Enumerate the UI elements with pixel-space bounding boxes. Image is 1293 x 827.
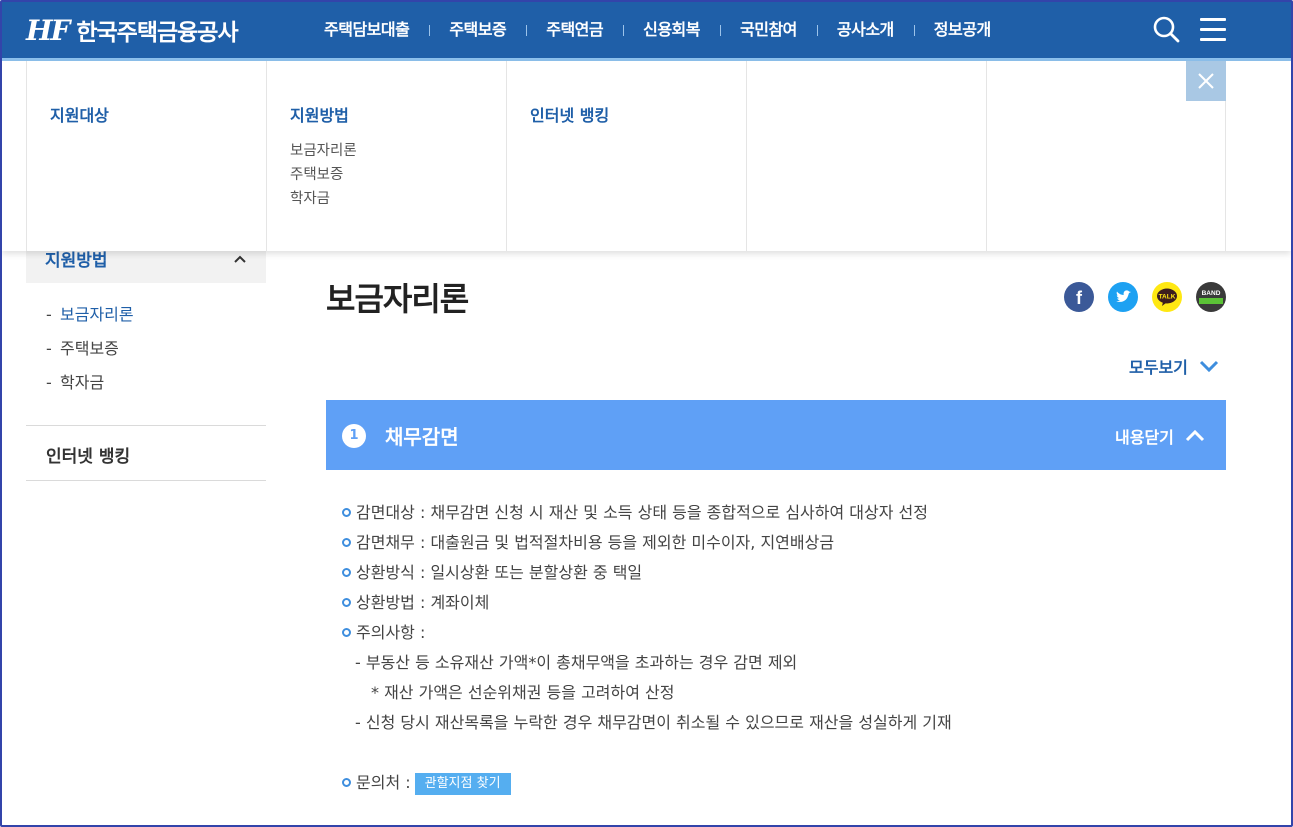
svg-text:f: f	[1076, 288, 1083, 308]
sidebar-sub-list: - 보금자리론 - 주택보증 - 학자금	[46, 302, 134, 404]
gnb-item-about[interactable]: 공사소개	[816, 18, 914, 42]
bullet-icon	[342, 508, 351, 517]
gnb-item-mortgage-loan[interactable]: 주택담보대출	[304, 18, 429, 42]
contact-label: 문의처 :	[356, 773, 411, 792]
mega-menu-item-housing-guarantee[interactable]: 주택보증	[290, 163, 357, 187]
list-item-text: 감면대상 : 채무감면 신청 시 재산 및 소득 상태 등을 종합적으로 심사하…	[356, 503, 928, 522]
logo-mark: HF	[26, 13, 70, 47]
contact-row: 문의처 : 관할지점 찾기	[342, 768, 1222, 798]
accordion-number: 1	[342, 424, 366, 448]
chevron-down-icon	[1199, 360, 1218, 373]
global-nav: 주택담보대출 주택보증 주택연금 신용회복 국민참여 공사소개 정보공개	[304, 18, 1011, 42]
accordion-header-debt-reduction[interactable]: 1 채무감면 내용닫기	[326, 400, 1226, 470]
close-icon[interactable]	[1186, 61, 1226, 101]
gnb-item-public-participation[interactable]: 국민참여	[720, 18, 817, 42]
mega-menu-column: 지원대상	[26, 61, 266, 251]
note-item: - 신청 당시 재산목록을 누락한 경우 채무감면이 취소될 수 있으므로 재산…	[355, 713, 952, 732]
sidebar-item-label: 주택보증	[60, 339, 119, 358]
list-item: 감면대상 : 채무감면 신청 시 재산 및 소득 상태 등을 종합적으로 심사하…	[342, 498, 1222, 528]
gnb-item-disclosure[interactable]: 정보공개	[913, 18, 1011, 42]
sidebar-item-housing-guarantee[interactable]: - 주택보증	[46, 336, 134, 370]
sidebar-divider	[26, 480, 266, 481]
gnb-item-housing-pension[interactable]: 주택연금	[526, 18, 623, 42]
view-all-label: 모두보기	[1129, 358, 1188, 377]
list-item: 상환방식 : 일시상환 또는 분할상환 중 택일	[342, 558, 1222, 588]
mega-menu-title-internet-banking[interactable]: 인터넷 뱅킹	[530, 102, 609, 126]
list-item-text: 감면채무 : 대출원금 및 법적절차비용 등을 제외한 미수이자, 지연배상금	[356, 533, 835, 552]
sidebar-item-internet-banking[interactable]: 인터넷 뱅킹	[46, 442, 130, 467]
list-item: 상환방법 : 계좌이체	[342, 588, 1222, 618]
mega-menu-title-support-method[interactable]: 지원방법	[290, 102, 349, 126]
twitter-icon[interactable]	[1108, 282, 1138, 312]
mega-menu-item-bogeumjari-loan[interactable]: 보금자리론	[290, 139, 357, 163]
view-all-toggle[interactable]: 모두보기	[1129, 354, 1220, 378]
accordion-close-label: 내용닫기	[1115, 428, 1174, 447]
bullet-icon	[342, 778, 351, 787]
sidebar-item-bogeumjari-loan[interactable]: - 보금자리론	[46, 302, 134, 336]
mega-menu-column	[746, 61, 986, 251]
chevron-up-icon	[234, 255, 246, 263]
facebook-icon[interactable]: f	[1064, 282, 1094, 312]
mega-menu-column: 지원방법 보금자리론 주택보증 학자금	[266, 61, 506, 251]
gnb-item-credit-recovery[interactable]: 신용회복	[623, 18, 720, 42]
list-item: 감면채무 : 대출원금 및 법적절차비용 등을 제외한 미수이자, 지연배상금	[342, 528, 1222, 558]
site-header: HF 한국주택금융공사 주택담보대출 주택보증 주택연금 신용회복 국민참여 공…	[2, 2, 1291, 58]
list-item-text: 상환방식 : 일시상환 또는 분할상환 중 택일	[356, 563, 643, 582]
accordion-body: 감면대상 : 채무감면 신청 시 재산 및 소득 상태 등을 종합적으로 심사하…	[342, 498, 1222, 798]
mega-menu-title-support-target[interactable]: 지원대상	[50, 102, 109, 126]
svg-text:TALK: TALK	[1159, 294, 1176, 301]
gnb-item-housing-guarantee[interactable]: 주택보증	[429, 18, 526, 42]
kakaotalk-icon[interactable]: TALK	[1152, 282, 1182, 312]
list-item: 주의사항 :	[342, 618, 1222, 648]
sidebar-item-label: 보금자리론	[60, 305, 134, 324]
bullet-icon	[342, 598, 351, 607]
mega-menu-item-student-loan[interactable]: 학자금	[290, 187, 357, 211]
list-item-text: 주의사항 :	[356, 623, 426, 642]
page-frame: HF 한국주택금융공사 주택담보대출 주택보증 주택연금 신용회복 국민참여 공…	[0, 0, 1293, 827]
mega-menu-sub-list: 보금자리론 주택보증 학자금	[290, 139, 357, 211]
list-item-text: 상환방법 : 계좌이체	[356, 593, 490, 612]
bullet-icon	[342, 628, 351, 637]
mega-menu-column: 인터넷 뱅킹	[506, 61, 746, 251]
note-item: - 부동산 등 소유재산 가액*이 총채무액을 초과하는 경우 감면 제외	[355, 653, 798, 672]
chevron-up-icon	[1185, 429, 1204, 442]
site-logo[interactable]: HF 한국주택금융공사	[26, 10, 239, 50]
accordion-close-button[interactable]: 내용닫기	[1115, 424, 1206, 448]
svg-text:BAND: BAND	[1202, 290, 1221, 297]
bullet-icon	[342, 538, 351, 547]
page-title: 보금자리론	[326, 280, 469, 318]
logo-text: 한국주택금융공사	[76, 20, 238, 46]
sidebar-item-label: 학자금	[60, 373, 105, 392]
note-footnote: * 재산 가액은 선순위채권 등을 고려하여 산정	[371, 683, 675, 702]
sidebar-item-student-loan[interactable]: - 학자금	[46, 370, 134, 404]
hamburger-icon[interactable]	[1198, 16, 1228, 44]
search-icon[interactable]	[1152, 14, 1182, 46]
bullet-icon	[342, 568, 351, 577]
find-branch-button[interactable]: 관할지점 찾기	[414, 773, 511, 795]
band-icon[interactable]: BAND	[1196, 282, 1226, 312]
sidebar-divider	[26, 425, 266, 426]
mega-menu: 지원대상 지원방법 보금자리론 주택보증 학자금 인터넷 뱅킹	[2, 61, 1291, 251]
accordion-title: 채무감면	[385, 425, 459, 449]
